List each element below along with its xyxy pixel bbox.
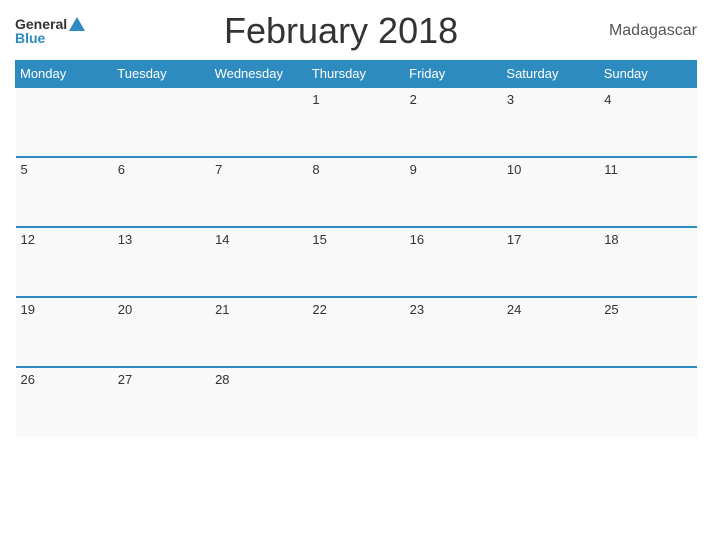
calendar-week-row: 5 6 7 8 9 10 11 (16, 157, 697, 227)
calendar-day-cell: 1 (307, 87, 404, 157)
day-number: 18 (604, 232, 618, 247)
calendar-day-cell (16, 87, 113, 157)
calendar-day-cell (405, 367, 502, 437)
weekday-header-tuesday: Tuesday (113, 61, 210, 88)
calendar-container: General Blue February 2018 Madagascar Mo… (0, 0, 712, 550)
day-number: 16 (410, 232, 424, 247)
calendar-day-cell: 25 (599, 297, 696, 367)
calendar-day-cell: 8 (307, 157, 404, 227)
calendar-day-cell: 12 (16, 227, 113, 297)
day-number: 24 (507, 302, 521, 317)
calendar-day-cell: 9 (405, 157, 502, 227)
logo-triangle-icon (69, 17, 85, 31)
calendar-day-cell (307, 367, 404, 437)
calendar-day-cell: 19 (16, 297, 113, 367)
day-number: 11 (604, 162, 618, 177)
day-number: 28 (215, 372, 229, 387)
weekday-header-sunday: Sunday (599, 61, 696, 88)
weekday-header-wednesday: Wednesday (210, 61, 307, 88)
logo-area: General Blue (15, 17, 85, 45)
calendar-day-cell: 20 (113, 297, 210, 367)
weekday-header-row: MondayTuesdayWednesdayThursdayFridaySatu… (16, 61, 697, 88)
calendar-week-row: 1 2 3 4 (16, 87, 697, 157)
calendar-week-row: 26 27 28 (16, 367, 697, 437)
calendar-day-cell (210, 87, 307, 157)
calendar-grid: MondayTuesdayWednesdayThursdayFridaySatu… (15, 60, 697, 437)
logo-general-text: General (15, 17, 67, 31)
day-number: 1 (312, 92, 319, 107)
calendar-day-cell: 21 (210, 297, 307, 367)
calendar-day-cell: 22 (307, 297, 404, 367)
calendar-day-cell: 23 (405, 297, 502, 367)
day-number: 5 (21, 162, 28, 177)
country-name: Madagascar (597, 22, 697, 40)
day-number: 23 (410, 302, 424, 317)
day-number: 22 (312, 302, 326, 317)
day-number: 8 (312, 162, 319, 177)
day-number: 7 (215, 162, 222, 177)
calendar-header: General Blue February 2018 Madagascar (15, 10, 697, 52)
day-number: 19 (21, 302, 35, 317)
calendar-week-row: 19 20 21 22 23 24 25 (16, 297, 697, 367)
calendar-week-row: 12 13 14 15 16 17 18 (16, 227, 697, 297)
calendar-day-cell: 11 (599, 157, 696, 227)
calendar-day-cell: 2 (405, 87, 502, 157)
day-number: 13 (118, 232, 132, 247)
calendar-day-cell: 6 (113, 157, 210, 227)
day-number: 20 (118, 302, 132, 317)
calendar-day-cell: 27 (113, 367, 210, 437)
calendar-day-cell: 7 (210, 157, 307, 227)
day-number: 14 (215, 232, 229, 247)
calendar-day-cell: 28 (210, 367, 307, 437)
calendar-day-cell: 15 (307, 227, 404, 297)
day-number: 15 (312, 232, 326, 247)
day-number: 2 (410, 92, 417, 107)
calendar-title: February 2018 (85, 10, 597, 52)
calendar-day-cell: 18 (599, 227, 696, 297)
weekday-header-saturday: Saturday (502, 61, 599, 88)
weekday-header-monday: Monday (16, 61, 113, 88)
calendar-day-cell: 10 (502, 157, 599, 227)
day-number: 6 (118, 162, 125, 177)
calendar-day-cell: 24 (502, 297, 599, 367)
day-number: 12 (21, 232, 35, 247)
day-number: 17 (507, 232, 521, 247)
logo-blue-text: Blue (15, 31, 45, 45)
day-number: 25 (604, 302, 618, 317)
day-number: 27 (118, 372, 132, 387)
day-number: 21 (215, 302, 229, 317)
calendar-day-cell: 16 (405, 227, 502, 297)
calendar-day-cell: 5 (16, 157, 113, 227)
day-number: 9 (410, 162, 417, 177)
calendar-day-cell (599, 367, 696, 437)
calendar-day-cell: 17 (502, 227, 599, 297)
calendar-day-cell (113, 87, 210, 157)
calendar-day-cell: 14 (210, 227, 307, 297)
day-number: 3 (507, 92, 514, 107)
day-number: 4 (604, 92, 611, 107)
calendar-day-cell: 3 (502, 87, 599, 157)
day-number: 10 (507, 162, 521, 177)
weekday-header-friday: Friday (405, 61, 502, 88)
weekday-header-thursday: Thursday (307, 61, 404, 88)
calendar-day-cell (502, 367, 599, 437)
calendar-day-cell: 4 (599, 87, 696, 157)
calendar-day-cell: 26 (16, 367, 113, 437)
day-number: 26 (21, 372, 35, 387)
calendar-day-cell: 13 (113, 227, 210, 297)
